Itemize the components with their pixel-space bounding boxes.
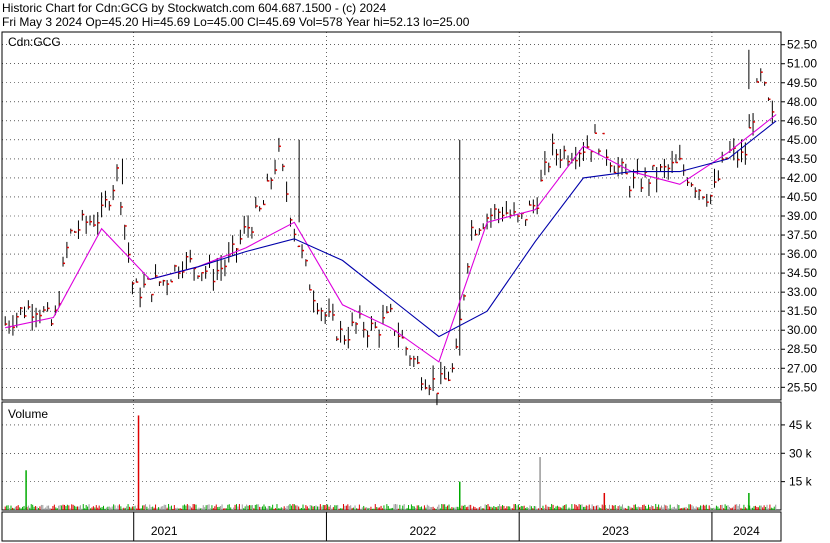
time-axis-frame [1, 511, 782, 542]
volume-tick-label: 45 k [789, 418, 813, 432]
price-panel-title: Cdn:GCG [8, 35, 61, 49]
year-label: 2023 [602, 524, 629, 538]
volume-tick-label: 15 k [789, 475, 813, 489]
price-tick-label: 31.50 [787, 304, 817, 318]
price-tick-label: 40.50 [787, 190, 817, 204]
price-axis: 52.50 51.00 49.50 48.00 46.50 45.00 43.50 42.00… [781, 38, 817, 394]
price-tick-label: 34.50 [787, 266, 817, 280]
price-tick-label: 28.50 [787, 342, 817, 356]
price-tick-label: 42.00 [787, 171, 817, 185]
price-volume-chart: 52.50 51.00 49.50 48.00 46.50 45.00 43.50 42.00… [1, 31, 817, 542]
price-tick-label: 49.50 [787, 76, 817, 90]
volume-bars [4, 415, 777, 510]
price-tick-label: 52.50 [787, 38, 817, 52]
year-label: 2021 [151, 524, 178, 538]
time-axis: 2021 2022 2023 2024 [133, 512, 760, 541]
price-tick-label: 30.00 [787, 323, 817, 337]
price-tick-label: 45.00 [787, 133, 817, 147]
price-tick-label: 46.50 [787, 114, 817, 128]
price-tick-label: 43.50 [787, 152, 817, 166]
chart-frames [1, 31, 782, 542]
price-tick-label: 25.50 [787, 380, 817, 394]
volume-panel-title: Volume [8, 407, 48, 421]
year-label: 2022 [409, 524, 436, 538]
volume-tick-label: 30 k [789, 446, 813, 460]
price-tick-label: 37.50 [787, 228, 817, 242]
price-tick-label: 39.00 [787, 209, 817, 223]
price-bars [4, 49, 775, 406]
price-tick-label: 27.00 [787, 361, 817, 375]
chart-grid [2, 32, 781, 510]
price-tick-label: 36.00 [787, 247, 817, 261]
price-tick-label: 51.00 [787, 57, 817, 71]
volume-axis: 45 k 30 k 15 k [781, 418, 813, 489]
moving-averages [5, 114, 777, 363]
volume-panel-frame [1, 401, 782, 511]
short-moving-average [5, 114, 777, 363]
price-tick-label: 33.00 [787, 285, 817, 299]
price-tick-label: 48.00 [787, 95, 817, 109]
year-label: 2024 [733, 524, 760, 538]
